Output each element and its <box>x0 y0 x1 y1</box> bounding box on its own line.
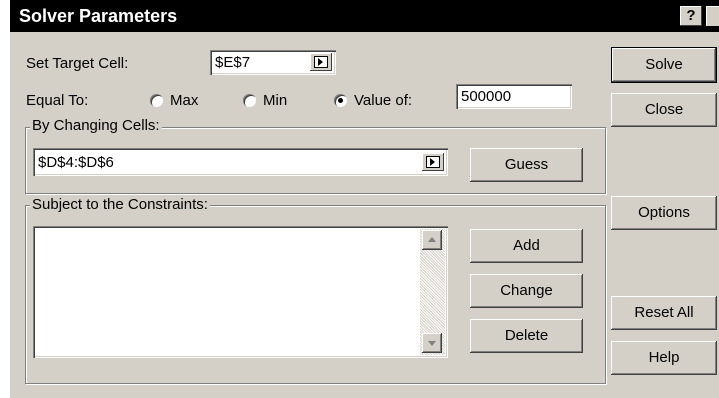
scroll-up-icon[interactable] <box>422 230 442 250</box>
target-cell-input[interactable]: $E$7 <box>210 50 336 75</box>
changing-cells-input[interactable]: $D$4:$D$6 <box>33 148 448 176</box>
scroll-down-icon[interactable] <box>422 333 442 353</box>
constraints-scrollbar[interactable] <box>420 229 445 355</box>
add-button[interactable]: Add <box>470 229 583 263</box>
target-cell-label: Set Target Cell: <box>26 55 129 72</box>
constraints-legend: Subject to the Constraints: <box>30 196 210 213</box>
dialog-title: Solver Parameters <box>19 6 178 26</box>
question-icon: ? <box>686 7 696 24</box>
radio-min-label: Min <box>263 92 288 109</box>
collapse-dialog-icon[interactable] <box>310 53 332 71</box>
constraints-list[interactable] <box>33 226 448 358</box>
help-title-button[interactable]: ? <box>680 6 702 26</box>
radio-max[interactable] <box>150 94 163 107</box>
options-button[interactable]: Options <box>611 196 717 230</box>
equal-to-label: Equal To: <box>26 92 89 109</box>
guess-button[interactable]: Guess <box>470 148 583 182</box>
close-title-button[interactable] <box>706 6 719 26</box>
radio-value-of-label: Value of: <box>354 92 413 109</box>
radio-min[interactable] <box>243 94 256 107</box>
changing-cells-legend: By Changing Cells: <box>30 117 162 134</box>
collapse-dialog-icon[interactable] <box>422 153 444 171</box>
close-button[interactable]: Close <box>611 93 717 127</box>
help-button[interactable]: Help <box>611 341 717 375</box>
value-of-input[interactable]: 500000 <box>456 84 572 109</box>
solve-button[interactable]: Solve <box>611 47 717 83</box>
radio-max-label: Max <box>170 92 199 109</box>
delete-button[interactable]: Delete <box>470 319 583 353</box>
change-button[interactable]: Change <box>470 274 583 308</box>
solver-parameters-dialog: Solver Parameters ? Set Target Cell: $E$… <box>10 0 719 398</box>
reset-all-button[interactable]: Reset All <box>611 296 717 330</box>
radio-value-of[interactable] <box>334 94 347 107</box>
title-bar[interactable]: Solver Parameters ? <box>10 0 719 32</box>
